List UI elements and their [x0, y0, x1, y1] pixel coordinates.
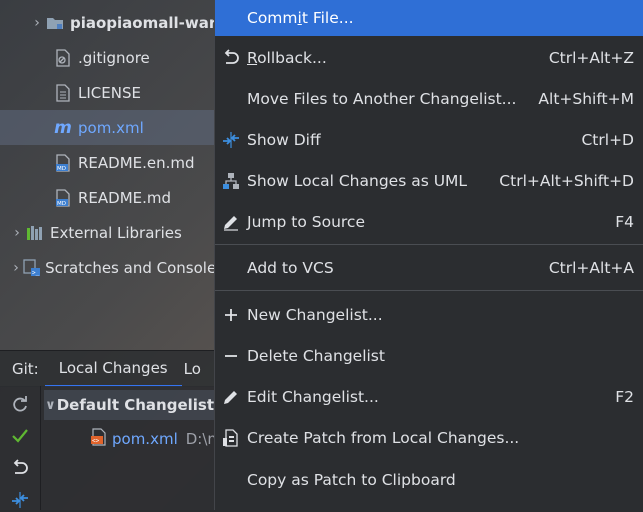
- menu-item-label: Show Diff: [247, 131, 321, 149]
- tree-item-external-libraries[interactable]: › External Libraries: [0, 215, 224, 250]
- menu-item-label: New Changelist...: [247, 306, 383, 324]
- chevron-right-icon[interactable]: ›: [10, 260, 22, 276]
- ide-window: › piaopiaomall-ware .gitignore LICENSE m…: [0, 0, 643, 510]
- menu-shortcut: Ctrl+D: [581, 131, 634, 149]
- markdown-file-icon: MD: [52, 188, 74, 208]
- tab-local-changes[interactable]: Local Changes: [44, 351, 182, 387]
- diff-icon[interactable]: [8, 488, 32, 512]
- menu-shortcut: Ctrl+Alt+Z: [548, 49, 634, 67]
- git-toolbar: [0, 386, 41, 510]
- changed-file-name: pom.xml: [112, 430, 178, 448]
- menu-shortcut: Ctrl+Alt+A: [548, 259, 634, 277]
- gitignore-file-icon: [52, 48, 74, 68]
- libraries-icon: [24, 223, 46, 243]
- tree-item-label: README.en.md: [78, 153, 195, 172]
- tree-item-label: pom.xml: [78, 118, 144, 137]
- menu-shortcut: F2: [615, 388, 634, 406]
- context-menu: Commit File... Rollback... Ctrl+Alt+Z Mo…: [214, 0, 643, 510]
- menu-item-label: Edit Changelist...: [247, 388, 379, 406]
- menu-item-rollback[interactable]: Rollback... Ctrl+Alt+Z: [215, 40, 643, 76]
- uml-icon: [215, 163, 247, 199]
- menu-item-new-changelist[interactable]: New Changelist...: [215, 297, 643, 333]
- menu-item-label: Move Files to Another Changelist...: [247, 90, 517, 108]
- folder-module-icon: [44, 13, 66, 33]
- svg-text:<>: <>: [92, 438, 100, 445]
- menu-item-label: Add to VCS: [247, 259, 334, 277]
- refresh-icon[interactable]: [8, 392, 32, 416]
- menu-item-edit-changelist[interactable]: Edit Changelist... F2: [215, 379, 643, 415]
- menu-item-label: Rollback...: [247, 49, 327, 67]
- tree-item-piaopiaomall-ware[interactable]: › piaopiaomall-ware: [0, 5, 244, 40]
- patch-icon: [215, 420, 247, 456]
- commit-check-icon[interactable]: [8, 424, 32, 448]
- tab-log[interactable]: Lo: [182, 351, 201, 387]
- menu-item-add-to-vcs[interactable]: Add to VCS Ctrl+Alt+A: [215, 250, 643, 286]
- git-local-changes-panel: ∨ Default Changelist <> pom.xml D:\m: [0, 386, 214, 510]
- menu-shortcut: Ctrl+Alt+Shift+D: [499, 172, 634, 190]
- menu-item-label: Delete Changelist: [247, 347, 385, 365]
- chevron-right-icon[interactable]: ›: [30, 15, 44, 31]
- menu-icon-slot: [215, 81, 247, 117]
- git-tool-window-label: Git:: [12, 360, 39, 378]
- changelist-default[interactable]: ∨ Default Changelist: [44, 390, 214, 420]
- text-file-icon: [52, 83, 74, 103]
- menu-item-delete-changelist[interactable]: Delete Changelist: [215, 338, 643, 374]
- git-tool-window-tabs: Git: Local Changes Lo: [0, 350, 214, 387]
- svg-text:MD: MD: [57, 166, 66, 172]
- tree-item-label: External Libraries: [50, 223, 182, 242]
- tree-item-label: Scratches and Consoles: [45, 258, 224, 277]
- menu-item-label: Copy as Patch to Clipboard: [247, 471, 456, 489]
- menu-shortcut: F4: [615, 213, 634, 231]
- menu-item-label: Show Local Changes as UML: [247, 172, 468, 190]
- changelist-label: Default Changelist: [56, 396, 214, 414]
- xml-file-icon: <>: [90, 428, 108, 450]
- menu-shortcut: Alt+Shift+M: [538, 90, 634, 108]
- menu-separator: [215, 290, 643, 291]
- diff-icon: [215, 122, 247, 158]
- tree-item-label: README.md: [78, 188, 172, 207]
- rollback-icon[interactable]: [8, 456, 32, 480]
- menu-item-label: Commit File...: [247, 9, 354, 27]
- changed-file-row[interactable]: <> pom.xml D:\m: [90, 424, 214, 454]
- changed-file-path: D:\m: [185, 430, 214, 448]
- menu-icon-slot: [215, 250, 247, 286]
- edit-pencil-icon: [215, 379, 247, 415]
- menu-icon-slot: [215, 462, 247, 498]
- menu-item-commit-file[interactable]: Commit File...: [215, 0, 643, 36]
- menu-item-label: Create Patch from Local Changes...: [247, 429, 520, 447]
- svg-text:>_: >_: [32, 269, 40, 276]
- menu-icon-slot: [215, 0, 247, 36]
- edit-pencil-icon: [215, 204, 247, 240]
- minus-icon: [215, 338, 247, 374]
- menu-item-label: Jump to Source: [247, 213, 365, 231]
- chevron-right-icon[interactable]: ›: [10, 225, 24, 241]
- tree-item-scratches[interactable]: › >_ Scratches and Consoles: [0, 250, 224, 285]
- tree-item-label: piaopiaomall-ware: [70, 13, 227, 32]
- rollback-icon: [215, 40, 247, 76]
- markdown-file-icon: MD: [52, 153, 74, 173]
- plus-icon: [215, 297, 247, 333]
- tree-item-label: LICENSE: [78, 83, 141, 102]
- menu-item-copy-as-patch[interactable]: Copy as Patch to Clipboard: [215, 462, 643, 498]
- menu-item-show-uml[interactable]: Show Local Changes as UML Ctrl+Alt+Shift…: [215, 163, 643, 199]
- tree-item-label: .gitignore: [78, 48, 150, 67]
- menu-separator: [215, 244, 643, 245]
- menu-item-move-files[interactable]: Move Files to Another Changelist... Alt+…: [215, 81, 643, 117]
- menu-item-create-patch[interactable]: Create Patch from Local Changes...: [215, 420, 643, 456]
- menu-item-jump-to-source[interactable]: Jump to Source F4: [215, 204, 643, 240]
- svg-text:MD: MD: [57, 201, 66, 207]
- chevron-down-icon[interactable]: ∨: [44, 398, 57, 413]
- menu-item-show-diff[interactable]: Show Diff Ctrl+D: [215, 122, 643, 158]
- maven-icon: m: [54, 117, 72, 138]
- scratches-icon: >_: [22, 258, 41, 278]
